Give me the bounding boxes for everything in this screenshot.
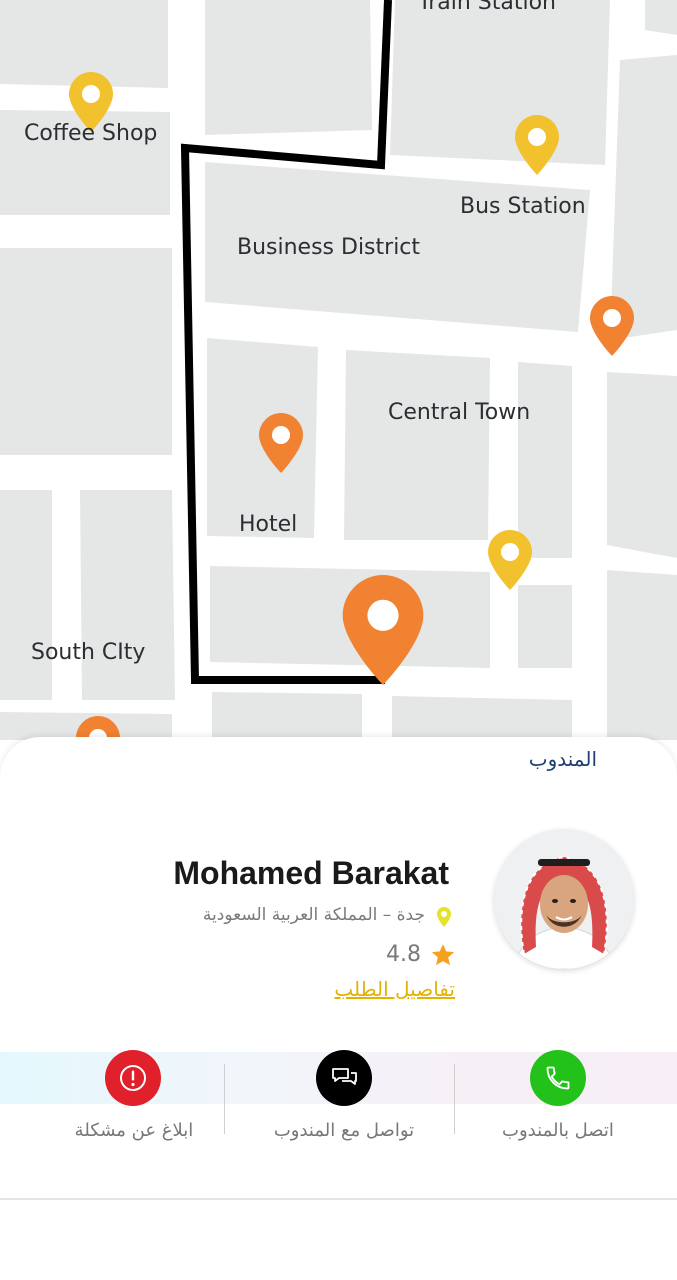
divider (454, 1064, 455, 1134)
agent-name: Mohamed Barakat (173, 855, 449, 891)
chat-icon (332, 1068, 357, 1085)
map-label-train-station: Train Station (418, 0, 556, 15)
alert-icon (120, 1065, 146, 1091)
report-problem-button[interactable] (105, 1050, 161, 1106)
sheet-title: المندوب (528, 747, 597, 771)
agent-avatar (494, 829, 634, 969)
agent-location: جدة – المملكة العربية السعودية (202, 905, 425, 925)
map-pin-orange-icon[interactable] (590, 296, 634, 356)
map-label-central-town: Central Town (388, 400, 531, 425)
call-agent-label: اتصل بالمندوب (502, 1120, 614, 1141)
report-problem-label: ابلاغ عن مشكلة (74, 1120, 194, 1141)
chat-agent-button[interactable] (316, 1050, 372, 1106)
map-label-coffee-shop: Coffee Shop (24, 121, 158, 146)
map-view[interactable]: Train Station Coffee Shop Bus Station Bu… (0, 0, 677, 760)
map-label-bus-station: Bus Station (460, 194, 586, 219)
map-pin-yellow-icon[interactable] (515, 115, 559, 175)
chat-agent-label: تواصل مع المندوب (273, 1120, 415, 1141)
call-agent-button[interactable] (530, 1050, 586, 1106)
agent-rating: 4.8 (386, 942, 421, 967)
phone-icon (546, 1066, 570, 1090)
map-pin-yellow-icon[interactable] (488, 530, 532, 590)
star-icon (431, 944, 455, 966)
map-label-south-city: South CIty (31, 640, 146, 665)
location-pin-icon (437, 907, 451, 927)
bottom-divider (0, 1198, 677, 1200)
destination-pin-icon[interactable] (342, 575, 424, 685)
order-details-link[interactable]: تفاصيل الطلب (334, 977, 455, 1001)
agent-bottom-sheet: المندوب Mohamed Barakat جدة – المملكة ال… (0, 737, 677, 1280)
map-pin-orange-icon[interactable] (259, 413, 303, 473)
avatar-image-icon (494, 829, 634, 969)
divider (224, 1064, 225, 1134)
map-label-hotel: Hotel (239, 512, 298, 537)
map-label-business-district: Business District (237, 235, 421, 260)
